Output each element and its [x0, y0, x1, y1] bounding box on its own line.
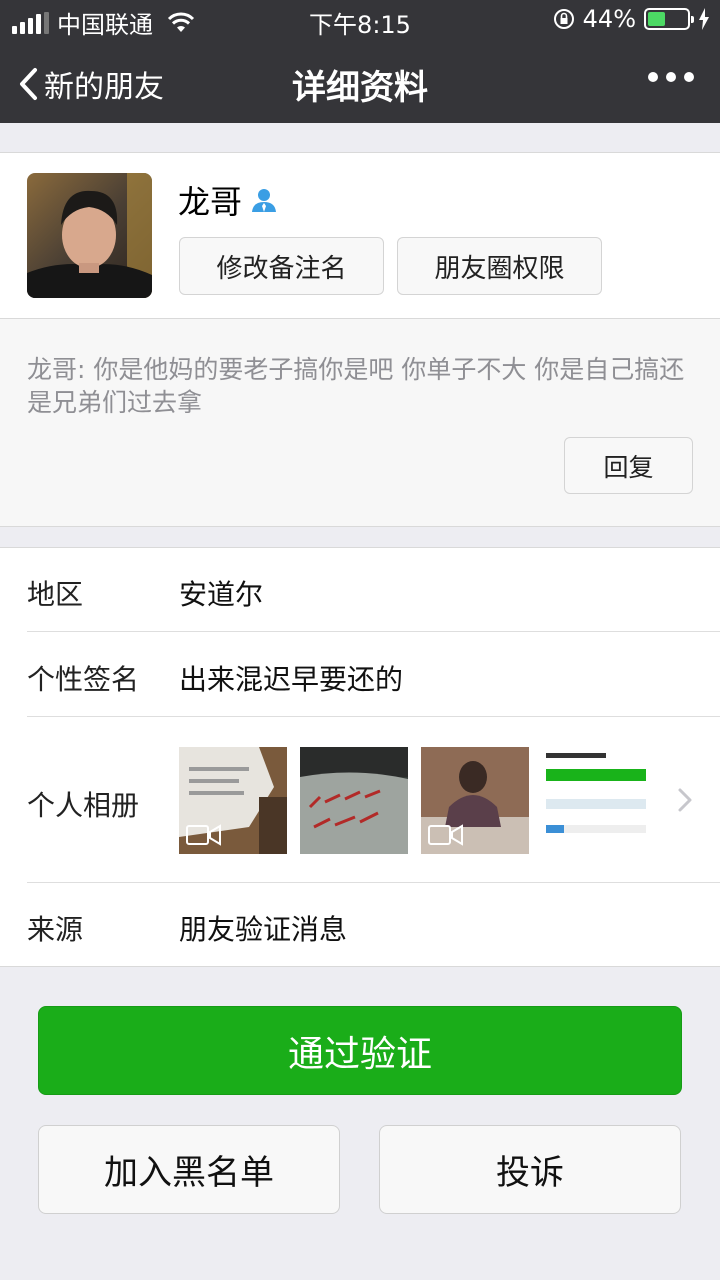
signature-row: 个性签名 出来混迟早要还的: [27, 632, 720, 717]
album-thumbnail[interactable]: [421, 747, 529, 854]
album-thumbnail[interactable]: [300, 747, 408, 854]
rotation-lock-icon: [553, 9, 574, 29]
moments-permission-button[interactable]: 朋友圈权限: [397, 237, 602, 295]
blacklist-button[interactable]: 加入黑名单: [38, 1125, 340, 1214]
charging-icon: [699, 8, 709, 30]
battery-icon: [644, 8, 694, 30]
video-icon: [428, 824, 463, 846]
album-thumbnail[interactable]: [179, 747, 287, 854]
album-row[interactable]: 个人相册: [27, 717, 720, 883]
message-text: 龙哥: 你是他妈的要老子搞你是吧 你单子不大 你是自己搞还是兄弟们过去拿: [27, 355, 685, 417]
status-bar: 中国联通 下午8:15 44%: [0, 0, 720, 40]
signature-value: 出来混迟早要还的: [179, 663, 404, 696]
region-label: 地区: [27, 578, 84, 611]
contact-name: 龙哥: [178, 183, 243, 221]
signature-label: 个性签名: [27, 663, 140, 696]
info-card: 地区 安道尔 个性签名 出来混迟早要还的 个人相册 来源 朋友验证消息: [0, 547, 720, 967]
video-icon: [186, 824, 221, 846]
chevron-right-icon: [678, 788, 692, 812]
person-icon: [252, 189, 277, 212]
edit-remark-button[interactable]: 修改备注名: [179, 237, 384, 295]
source-row: 来源 朋友验证消息: [27, 883, 720, 968]
battery-fill: [648, 12, 665, 26]
approve-button[interactable]: 通过验证: [38, 1006, 682, 1095]
report-button[interactable]: 投诉: [379, 1125, 681, 1214]
source-label: 来源: [27, 913, 84, 946]
avatar[interactable]: [27, 173, 152, 298]
page-title: 详细资料: [292, 68, 428, 108]
album-thumbnail[interactable]: [542, 747, 650, 854]
region-value: 安道尔: [179, 578, 264, 611]
region-row: 地区 安道尔: [27, 548, 720, 632]
greeting-message: 龙哥: 你是他妈的要老子搞你是吧 你单子不大 你是自己搞还是兄弟们过去拿 回复: [0, 319, 720, 527]
nav-bar: 新的朋友 详细资料: [0, 40, 720, 123]
profile-card: 龙哥 修改备注名 朋友圈权限: [0, 152, 720, 319]
source-value: 朋友验证消息: [179, 913, 348, 946]
album-label: 个人相册: [27, 789, 140, 822]
reply-button[interactable]: 回复: [564, 437, 693, 494]
more-options-icon[interactable]: [648, 72, 694, 82]
battery-percent: 44%: [582, 5, 636, 33]
